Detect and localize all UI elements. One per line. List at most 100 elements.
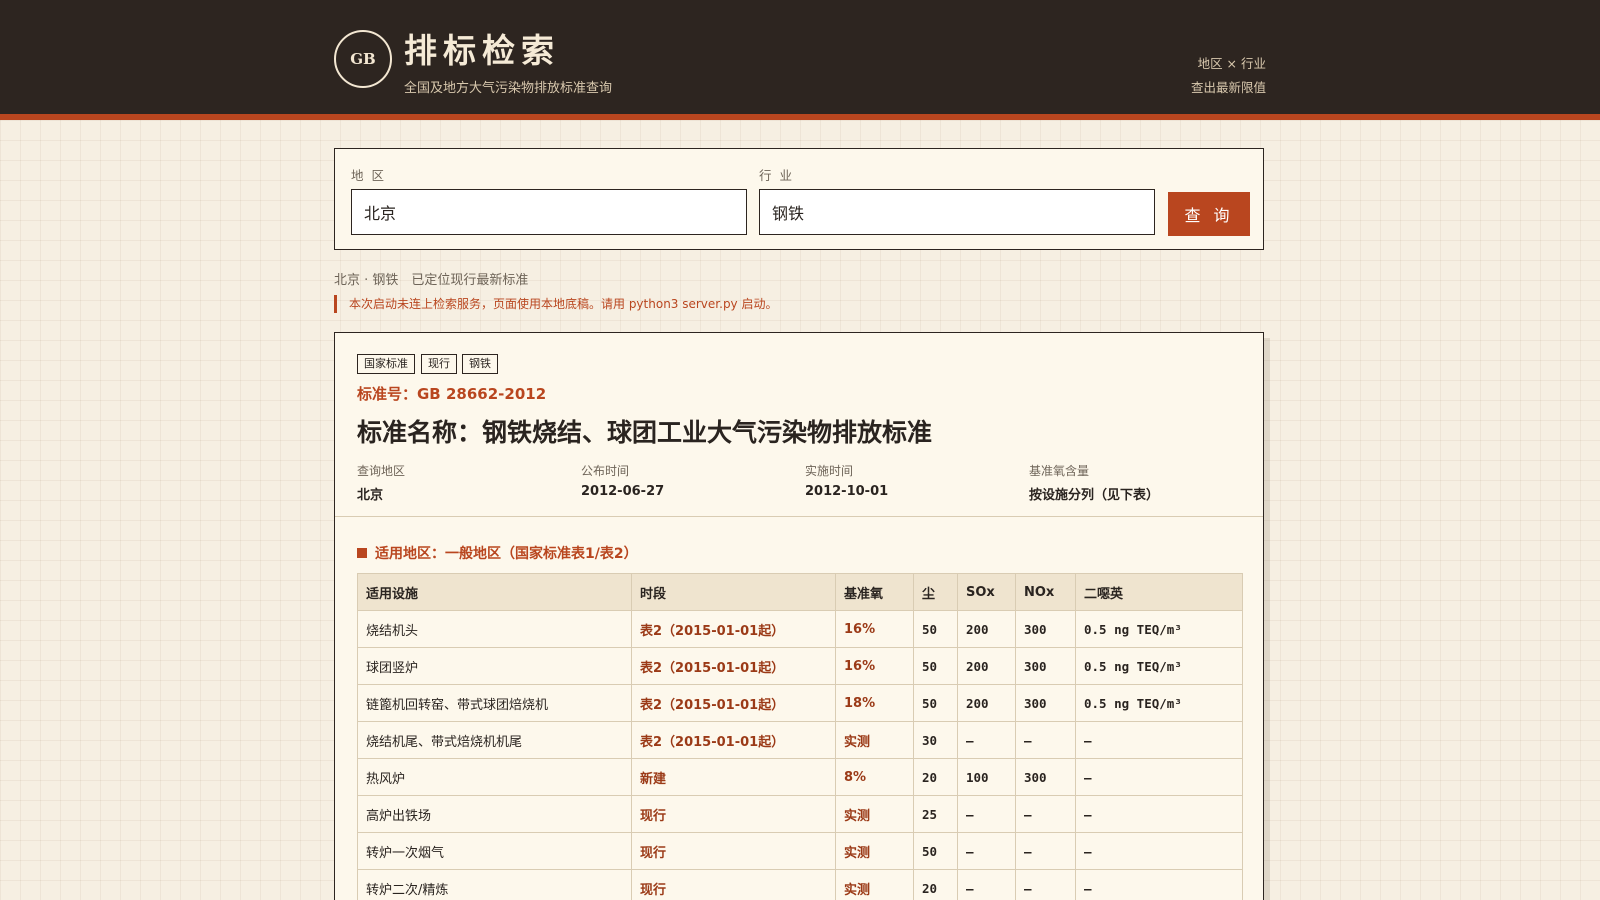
table-cell: — [1075,758,1243,796]
meta-key: 查询地区 [357,464,406,478]
table-cell: — [957,795,1016,833]
table-cell: 实测 [835,869,914,900]
query-button[interactable]: 查 询 [1168,192,1250,236]
column-header: NOx [1015,573,1076,611]
result-card: 国家标准 现行 钢铁 标准号：GB 28662-2012 标准名称：钢铁烧结、球… [334,332,1264,900]
table-cell: — [957,721,1016,759]
table-cell: 0.5 ng TEQ/m³ [1075,684,1243,722]
table-row: 转炉二次/精炼 现行 实测 20— — — [357,869,1243,900]
table-cell: 表2（2015-01-01起） [631,684,836,722]
table-cell: 烧结机头 [357,610,632,648]
table-row: 高炉出铁场 现行 实测 25— — — [357,795,1243,833]
table-cell: 50 [913,684,958,722]
meta-value: 2012-06-27 [581,484,665,499]
table-cell: 20 [913,758,958,796]
table-cell: 300 [1015,684,1076,722]
table-cell: 18% [835,684,914,722]
industry-input[interactable] [759,189,1155,235]
meta-reference-oxygen: 基准氧含量 按设施分列（见下表） [1029,462,1159,503]
app-header: GB 排标检索 全国及地方大气污染物排放标准查询 地区 × 行业 查出最新限值 [0,0,1600,120]
app-subtitle: 全国及地方大气污染物排放标准查询 [404,81,613,96]
tagline-line-2: 查出最新限值 [1190,80,1266,95]
meta-region: 查询地区 北京 [357,462,405,503]
table-cell: — [1075,795,1243,833]
table-cell: 20 [913,869,958,900]
table-cell: — [1075,721,1243,759]
table-cell: 50 [913,832,958,870]
search-panel: 地 区 行 业 查 询 [334,148,1264,250]
table-cell: 200 [957,647,1016,685]
emission-limits-table: 适用设施 时段 基准氧 尘 SOx NOx 二噁英 烧结机头 表2（2015-01… [357,573,1243,900]
gb-logo-icon: GB [334,30,392,88]
table-cell: 16% [835,647,914,685]
table-row: 球团竖炉 表2（2015-01-01起） 16% 50 200 300 0.5 ng TEQ… [357,647,1243,685]
region-input[interactable] [351,189,747,235]
table-cell: 现行 [631,795,836,833]
table-cell: 高炉出铁场 [357,795,632,833]
meta-publish-date: 公布时间 2012-06-27 [581,462,664,499]
meta-value: 按设施分列（见下表） [1029,488,1160,503]
table-row: 链篦机回转窑、带式球团焙烧机 表2（2015-01-01起） 18% 50 200 300… [357,684,1243,722]
tag-national-standard: 国家标准 [357,354,415,374]
table-cell: 热风炉 [357,758,632,796]
square-bullet-icon [357,548,367,558]
table-cell: 表2（2015-01-01起） [631,647,836,685]
table-cell: 链篦机回转窑、带式球团焙烧机 [357,684,632,722]
table-row: 转炉一次烟气 现行 实测 50— — — [357,832,1243,870]
header-tagline: 地区 × 行业 查出最新限值 [1191,52,1266,100]
table-cell: 现行 [631,832,836,870]
table-cell: — [1015,721,1076,759]
status-text: 北京 · 钢铁 已定位现行最新标准 [334,273,529,288]
table-cell: 球团竖炉 [357,647,632,685]
table-cell: — [1015,832,1076,870]
table-cell: 200 [957,610,1016,648]
table-cell: — [1075,869,1243,900]
meta-value: 北京 [357,488,384,503]
meta-value: 2012-10-01 [805,484,889,499]
table-row: 热风炉 新建 8% 20 100 300— [357,758,1243,796]
column-header: 适用设施 [357,573,632,611]
table-cell: 0.5 ng TEQ/m³ [1075,647,1243,685]
column-header: SOx [957,573,1016,611]
app-title: 排标检索 [404,31,560,70]
table-cell: 烧结机尾、带式焙烧机机尾 [357,721,632,759]
column-header: 时段 [631,573,836,611]
table-cell: 50 [913,610,958,648]
meta-key: 公布时间 [581,464,630,478]
meta-key: 基准氧含量 [1029,464,1090,478]
region-label: 地 区 [351,168,386,183]
standard-code: 标准号：GB 28662-2012 [357,385,547,403]
table-cell: 表2（2015-01-01起） [631,610,836,648]
table-cell: — [957,869,1016,900]
meta-key: 实施时间 [805,464,854,478]
table-cell: 0.5 ng TEQ/m³ [1075,610,1243,648]
table-cell: 50 [913,647,958,685]
table-cell: 表2（2015-01-01起） [631,721,836,759]
table-cell: 25 [913,795,958,833]
table-cell: 8% [835,758,914,796]
standard-name: 标准名称：钢铁烧结、球团工业大气污染物排放标准 [357,418,933,447]
table-cell: 实测 [835,721,914,759]
table-header-row: 适用设施 时段 基准氧 尘 SOx NOx 二噁英 [357,573,1243,611]
table-cell: 300 [1015,758,1076,796]
table-row: 烧结机尾、带式焙烧机机尾 表2（2015-01-01起） 实测 30— — — [357,721,1243,759]
table-cell: — [1075,832,1243,870]
table-cell: 新建 [631,758,836,796]
table-cell: 现行 [631,869,836,900]
table-cell: 转炉一次烟气 [357,832,632,870]
tag-current: 现行 [421,354,457,374]
tagline-line-1: 地区 × 行业 [1197,56,1266,71]
column-header: 基准氧 [835,573,914,611]
table-cell: 30 [913,721,958,759]
table-cell: — [1015,869,1076,900]
table-cell: 300 [1015,610,1076,648]
section-title: 适用地区：一般地区（国家标准表1/表2） [357,543,638,563]
table-cell: 100 [957,758,1016,796]
industry-label: 行 业 [759,168,794,183]
standard-header: 国家标准 现行 钢铁 标准号：GB 28662-2012 标准名称：钢铁烧结、球… [335,333,1263,517]
column-header: 二噁英 [1075,573,1243,611]
column-header: 尘 [913,573,958,611]
table-cell: 300 [1015,647,1076,685]
tag-industry: 钢铁 [462,354,498,374]
table-cell: — [1015,795,1076,833]
